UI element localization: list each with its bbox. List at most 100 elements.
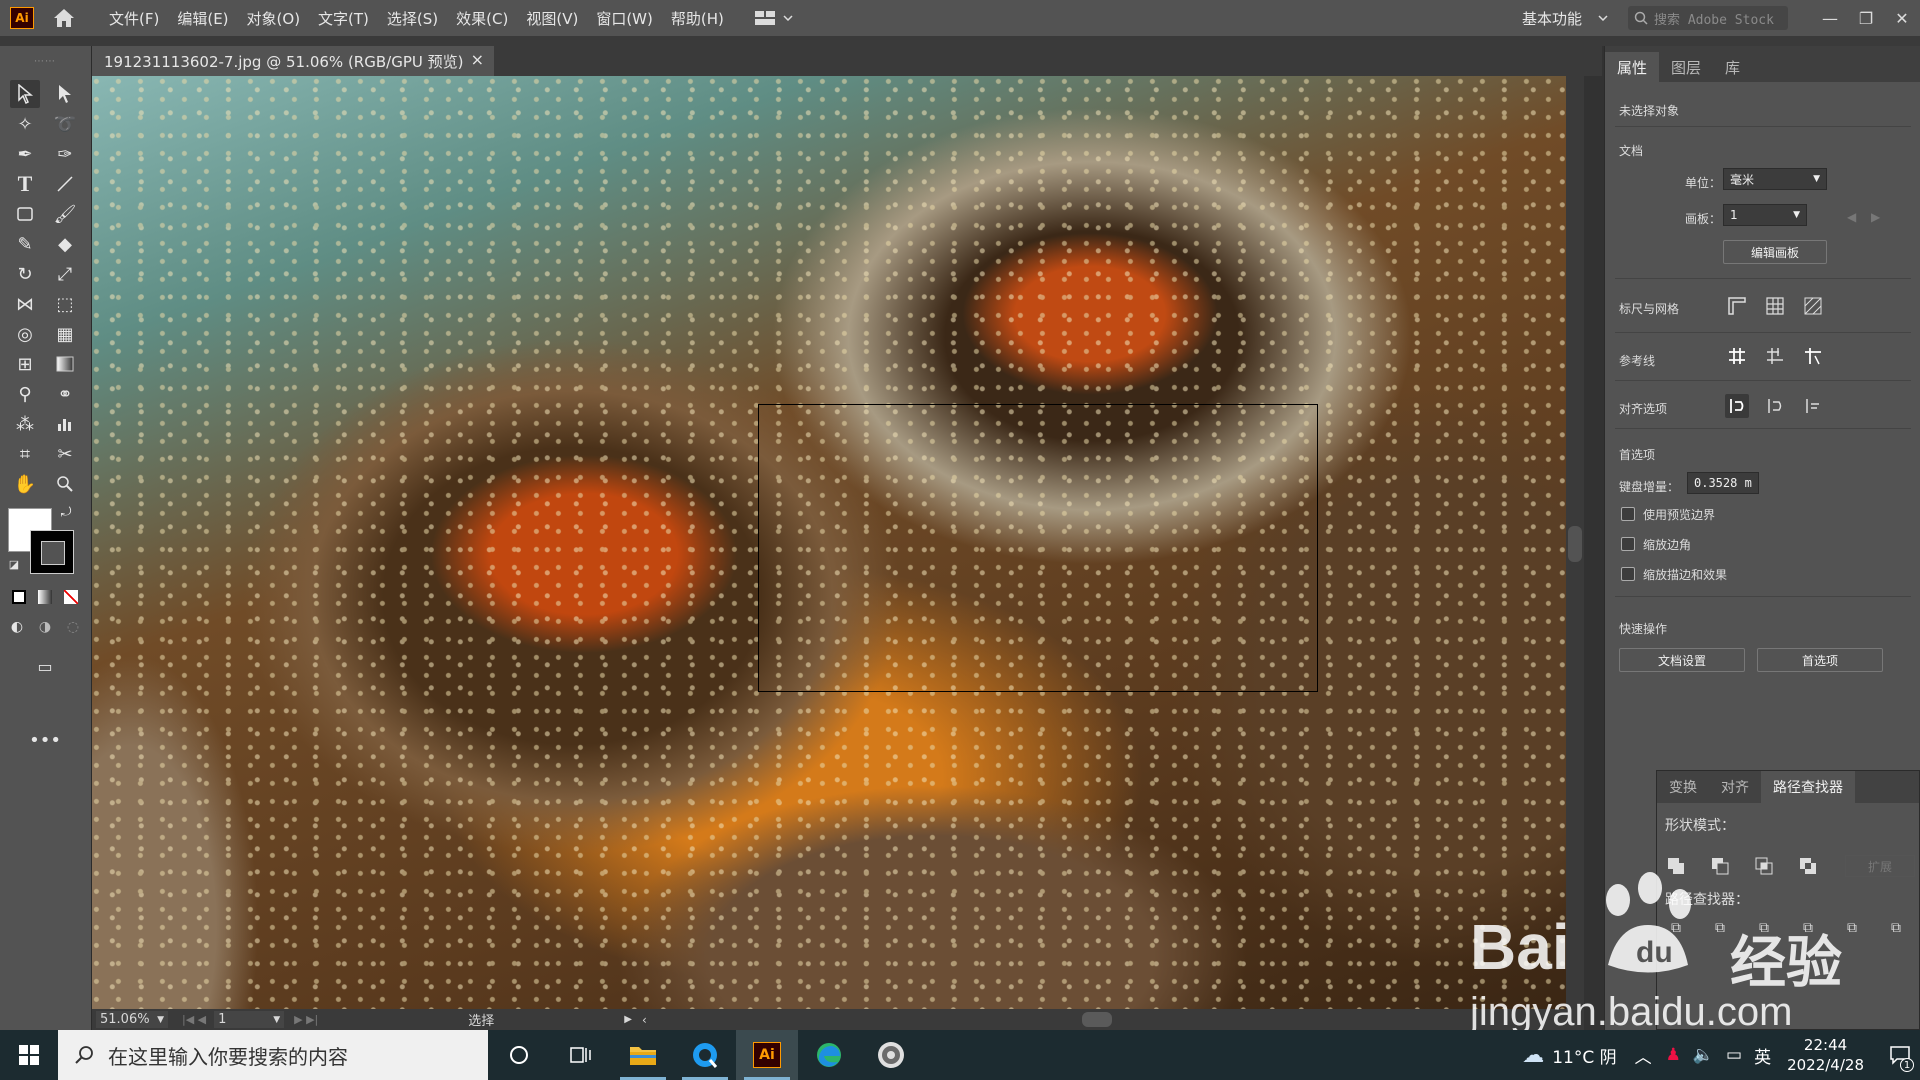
symbol-sprayer-tool[interactable]: ⁂: [10, 410, 40, 438]
zoom-field[interactable]: 51.06% ▼: [96, 1011, 168, 1028]
weather-text[interactable]: 11°C 阴: [1552, 1043, 1616, 1068]
menu-file[interactable]: 文件(F): [100, 8, 168, 29]
shape-builder-tool[interactable]: ◎: [10, 320, 40, 348]
artboard-tool[interactable]: ⌗: [10, 440, 40, 468]
default-fill-stroke-button[interactable]: ◪: [4, 554, 24, 574]
menu-window[interactable]: 窗口(W): [587, 8, 662, 29]
artboard-field[interactable]: 1 ▼: [214, 1011, 285, 1028]
lasso-tool[interactable]: ➰: [50, 110, 80, 138]
preferences-button[interactable]: 首选项: [1757, 648, 1883, 672]
keyboard-increment-input[interactable]: 0.3528 m: [1687, 472, 1759, 494]
cortana-button[interactable]: [488, 1030, 550, 1080]
direct-selection-tool[interactable]: [50, 80, 80, 108]
document-setup-button[interactable]: 文档设置: [1619, 648, 1745, 672]
vertical-scroll-thumb[interactable]: [1568, 526, 1582, 562]
ruler-icon[interactable]: [1725, 294, 1749, 318]
menu-help[interactable]: 帮助(H): [662, 8, 733, 29]
eraser-tool[interactable]: ◆: [50, 230, 80, 258]
tab-pathfinder[interactable]: 路径查找器: [1761, 771, 1855, 803]
document-tab[interactable]: 191231113602-7.jpg @ 51.06% (RGB/GPU 预览)…: [92, 46, 494, 76]
volume-icon[interactable]: 🔈: [1693, 1045, 1714, 1065]
task-view-button[interactable]: [550, 1030, 612, 1080]
start-button[interactable]: [0, 1030, 58, 1080]
taskbar-app[interactable]: [860, 1030, 922, 1080]
taskbar-search-input[interactable]: 在这里输入你要搜索的内容: [58, 1030, 488, 1080]
lock-guides-icon[interactable]: [1763, 344, 1787, 368]
close-window-button[interactable]: ✕: [1884, 0, 1920, 36]
scroll-left-icon[interactable]: ‹: [642, 1013, 647, 1027]
snap-to-point-icon[interactable]: [1725, 394, 1749, 418]
hand-tool[interactable]: ✋: [10, 470, 40, 498]
draw-behind-button[interactable]: ◑: [32, 616, 58, 638]
line-tool[interactable]: [50, 170, 80, 198]
tab-align[interactable]: 对齐: [1709, 771, 1761, 803]
rectangle-tool[interactable]: [10, 200, 40, 228]
swap-fill-stroke-button[interactable]: ⤾: [56, 502, 76, 522]
draw-inside-button[interactable]: ◌: [60, 616, 86, 638]
restore-button[interactable]: ❐: [1848, 0, 1884, 36]
gradient-tool[interactable]: [50, 350, 80, 378]
draw-normal-button[interactable]: ◐: [4, 616, 30, 638]
menu-type[interactable]: 文字(T): [309, 8, 378, 29]
none-mode-button[interactable]: [60, 586, 82, 608]
tab-libraries[interactable]: 库: [1713, 52, 1752, 82]
edit-toolbar-button[interactable]: •••: [29, 726, 61, 754]
menu-effect[interactable]: 效果(C): [447, 8, 517, 29]
shaper-tool[interactable]: ✎: [10, 230, 40, 258]
snap-to-glyph-icon[interactable]: [1801, 394, 1825, 418]
selection-tool[interactable]: [10, 80, 40, 108]
play-arrow-icon[interactable]: ▶: [624, 1014, 632, 1025]
perspective-grid-tool[interactable]: ▦: [50, 320, 80, 348]
blend-tool[interactable]: ⚭: [50, 380, 80, 408]
tab-layers[interactable]: 图层: [1659, 52, 1713, 82]
scale-tool[interactable]: ⤢: [50, 260, 80, 288]
artboard-dropdown[interactable]: 1 ▼: [1723, 204, 1807, 226]
screen-mode-button[interactable]: ▭: [30, 652, 60, 680]
taskbar-browser[interactable]: [674, 1030, 736, 1080]
tab-transform[interactable]: 变换: [1657, 771, 1709, 803]
magic-wand-tool[interactable]: ✧: [10, 110, 40, 138]
tab-properties[interactable]: 属性: [1605, 52, 1660, 82]
free-transform-tool[interactable]: ⬚: [50, 290, 80, 318]
slice-tool[interactable]: ✂: [50, 440, 80, 468]
color-mode-button[interactable]: [8, 586, 30, 608]
taskbar-edge[interactable]: [798, 1030, 860, 1080]
next-artboard-icon[interactable]: ▶ ▶|: [294, 1013, 318, 1026]
home-icon[interactable]: [50, 4, 78, 32]
paintbrush-tool[interactable]: 🖌: [50, 200, 80, 228]
notification-button[interactable]: 1: [1880, 1030, 1920, 1080]
transparency-grid-icon[interactable]: [1801, 294, 1825, 318]
grid-icon[interactable]: [1763, 294, 1787, 318]
rotate-tool[interactable]: ↻: [10, 260, 40, 288]
menu-view[interactable]: 视图(V): [517, 8, 587, 29]
smart-guides-icon[interactable]: [1801, 344, 1825, 368]
mesh-tool[interactable]: ⊞: [10, 350, 40, 378]
prev-artboard-icon[interactable]: ◀: [1847, 210, 1856, 224]
horizontal-scroll-thumb[interactable]: [1082, 1012, 1112, 1027]
taskbar-file-explorer[interactable]: [612, 1030, 674, 1080]
menu-object[interactable]: 对象(O): [238, 8, 310, 29]
taskbar-illustrator[interactable]: Ai: [736, 1030, 798, 1080]
pen-tool[interactable]: ✒: [10, 140, 40, 168]
scale-corners-checkbox[interactable]: [1621, 537, 1635, 551]
close-icon[interactable]: ×: [471, 50, 484, 69]
use-preview-bounds-checkbox[interactable]: [1621, 507, 1635, 521]
canvas[interactable]: [92, 76, 1584, 1009]
width-tool[interactable]: ⋈: [10, 290, 40, 318]
next-artboard-icon[interactable]: ▶: [1871, 210, 1880, 224]
ime-indicator[interactable]: 英: [1754, 1043, 1771, 1068]
chevron-up-icon[interactable]: ︿: [1635, 1043, 1652, 1068]
arrange-documents-button[interactable]: [754, 10, 793, 26]
workspace-switcher[interactable]: 基本功能: [1522, 8, 1582, 29]
scale-strokes-checkbox[interactable]: [1621, 567, 1635, 581]
minimize-button[interactable]: —: [1812, 0, 1848, 36]
stroke-swatch[interactable]: [30, 530, 74, 574]
curvature-tool[interactable]: ✑: [50, 140, 80, 168]
first-artboard-icon[interactable]: |◀ ◀: [182, 1013, 206, 1026]
type-tool[interactable]: T: [10, 170, 40, 198]
show-guides-icon[interactable]: [1725, 344, 1749, 368]
app-tray-icon[interactable]: ♟: [1666, 1045, 1681, 1065]
menu-edit[interactable]: 编辑(E): [168, 8, 237, 29]
clock[interactable]: 22:44 2022/4/28: [1787, 1035, 1864, 1075]
menu-select[interactable]: 选择(S): [378, 8, 447, 29]
